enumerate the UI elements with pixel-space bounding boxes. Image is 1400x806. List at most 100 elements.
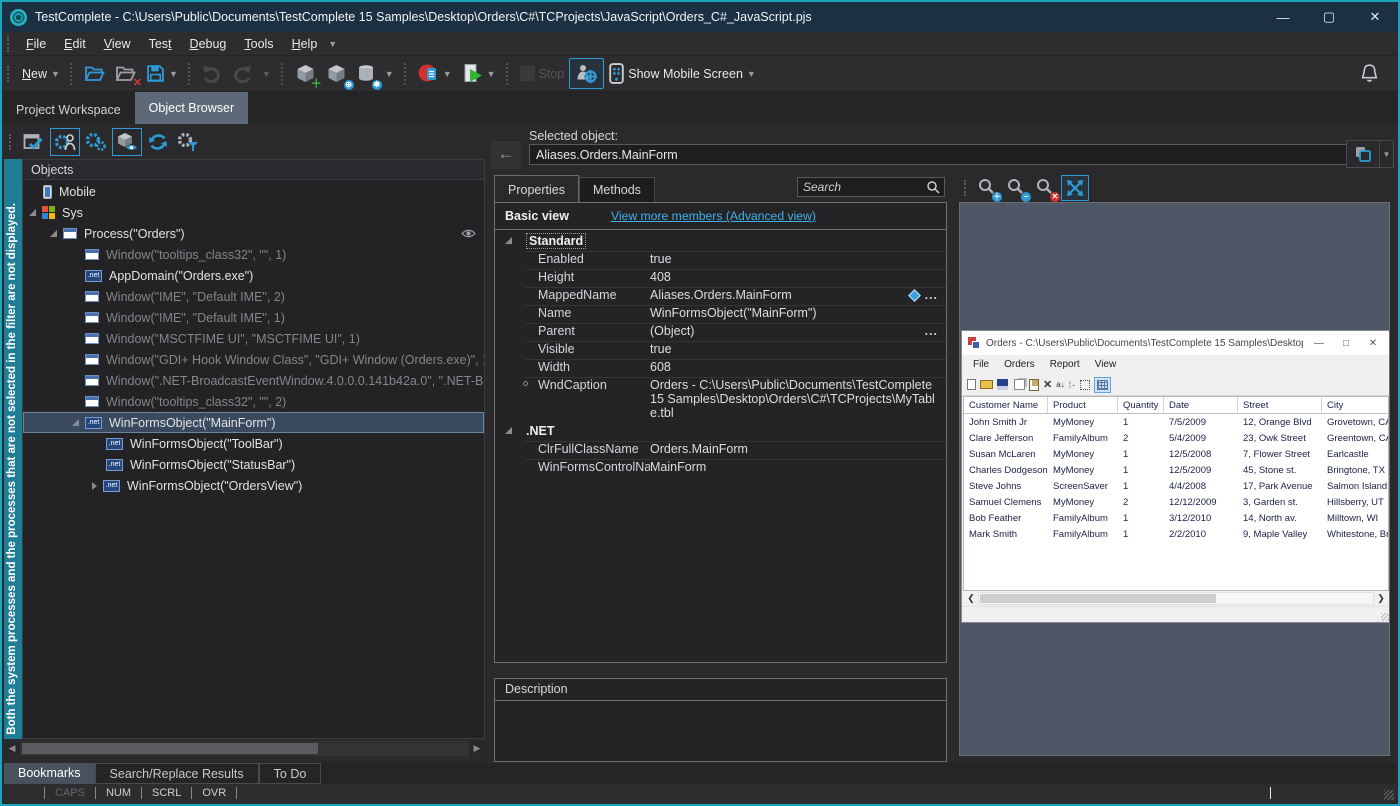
property-row[interactable]: WinFormsControlNameMainForm [495,459,946,477]
orders-paste-icon[interactable] [1029,379,1039,391]
scroll-left-arrow-icon[interactable]: ◀ [4,743,20,754]
maximize-button[interactable]: ▢ [1306,2,1352,32]
highlight-object-button[interactable] [20,129,48,155]
expert-mode-button[interactable] [50,128,80,156]
tree-item[interactable]: .netAppDomain("Orders.exe") [23,265,484,286]
tree-item[interactable]: Window(".NET-BroadcastEventWindow.4.0.0.… [23,370,484,391]
menu-item-test[interactable]: Test [140,35,181,53]
menu-item-tools[interactable]: Tools [235,35,282,53]
tree-item[interactable]: .netWinFormsObject("MainForm") [23,412,484,433]
orders-list-icon[interactable]: ⁞- [1069,380,1077,390]
mobile-screen-button[interactable]: Show Mobile Screen▼ [604,59,761,88]
orders-table-row[interactable]: Samuel ClemensMyMoney212/12/20093, Garde… [964,494,1388,510]
property-search-input[interactable] [798,180,926,194]
orders-menu-report[interactable]: Report [1043,357,1087,372]
orders-table-row[interactable]: Bob FeatherFamilyAlbum13/12/201014, Nort… [964,510,1388,526]
tree-item[interactable]: Mobile [23,181,484,202]
orders-column-header[interactable]: Quantity [1118,397,1164,414]
orders-table-row[interactable]: John Smith JrMyMoney17/5/200912, Orange … [964,414,1388,430]
tree-item[interactable]: Window("GDI+ Hook Window Class", "GDI+ W… [23,349,484,370]
close-file-button[interactable]: ✕ [110,60,141,87]
orders-table-row[interactable]: Susan McLarenMyMoney112/5/20087, Flower … [964,446,1388,462]
orders-menu-view[interactable]: View [1088,357,1124,372]
tab-methods[interactable]: Methods [579,177,655,202]
menu-item-file[interactable]: File [17,35,55,53]
property-row[interactable]: Enabledtrue [495,251,946,269]
menu-item-view[interactable]: View [95,35,140,53]
save-button[interactable]: ▼ [141,60,183,87]
redo-button[interactable] [227,61,257,87]
tree-item[interactable]: Process("Orders") [23,223,484,244]
tree-item[interactable]: .netWinFormsObject("StatusBar") [23,454,484,475]
property-row[interactable]: Parent(Object)... [495,323,946,341]
settings-button[interactable] [82,129,110,155]
orders-select-icon[interactable] [1080,380,1090,390]
orders-column-header[interactable]: Product [1048,397,1118,414]
property-section-net[interactable]: .NET [495,420,946,441]
menu-item-help[interactable]: Help [283,35,327,53]
orders-close-button[interactable]: ✕ [1362,338,1384,349]
tree-item[interactable]: Window("tooltips_class32", "", 2) [23,391,484,412]
tree-item[interactable]: Sys [23,202,484,223]
notifications-button[interactable] [1355,59,1384,88]
expander-open-icon[interactable] [50,230,57,237]
scroll-right-arrow-icon[interactable]: ▶ [469,743,485,754]
menu-overflow-chevron-icon[interactable]: ▼ [328,39,337,49]
data-settings-button[interactable]: ✱ [352,60,380,88]
expander-open-icon[interactable] [72,419,79,426]
orders-maximize-button[interactable]: □ [1335,338,1357,349]
property-row[interactable]: ClrFullClassNameOrders.MainForm [495,441,946,459]
undo-dropdown[interactable]: ▼ [257,65,276,83]
orders-column-header[interactable]: City [1322,397,1389,414]
zoom-reset-button[interactable]: ✕ [1032,176,1058,200]
refresh-button[interactable] [144,129,172,155]
ellipsis-button[interactable]: ... [925,324,938,338]
back-button[interactable]: ← [491,141,521,169]
property-section-standard[interactable]: Standard [495,230,946,251]
orders-table-row[interactable]: Clare JeffersonFamilyAlbum25/4/200923, O… [964,430,1388,446]
tree-item[interactable]: Window("tooltips_class32", "", 1) [23,244,484,265]
menu-item-debug[interactable]: Debug [181,35,236,53]
record-button[interactable]: ▼ [413,59,457,88]
orders-table-row[interactable]: Steve JohnsScreenSaver14/4/200817, Park … [964,478,1388,494]
zoom-in-button[interactable]: ＋ [974,176,1000,200]
add-object-button[interactable]: ＋ [290,60,321,88]
property-row[interactable]: Width608 [495,359,946,377]
show-hidden-objects-button[interactable] [112,128,142,156]
property-row[interactable]: Visibletrue [495,341,946,359]
tree-horizontal-scrollbar[interactable]: ◀ ▶ [4,741,485,756]
bottom-tab-search-replace-results[interactable]: Search/Replace Results [95,763,259,784]
orders-menu-orders[interactable]: Orders [997,357,1042,372]
eye-icon[interactable] [461,228,476,242]
orders-delete-icon[interactable]: ✕ [1043,378,1052,391]
section-expander-icon[interactable] [505,237,512,244]
advanced-view-link[interactable]: View more members (Advanced view) [611,209,816,223]
undo-button[interactable] [197,61,227,87]
zoom-out-button[interactable]: − [1003,176,1029,200]
selected-object-input[interactable] [529,144,1347,165]
workspace-tab-project-workspace[interactable]: Project Workspace [2,97,135,124]
bottom-tab-to-do[interactable]: To Do [259,763,322,784]
minimize-button[interactable]: — [1260,2,1306,32]
orders-column-header[interactable]: Street [1238,397,1322,414]
orders-grid-view-button[interactable] [1094,377,1111,393]
orders-table-row[interactable]: Charles DodgesonMyMoney112/5/200945, Sto… [964,462,1388,478]
tree-item[interactable]: Window("MSCTFIME UI", "MSCTFIME UI", 1) [23,328,484,349]
tree-item[interactable]: .netWinFormsObject("ToolBar") [23,433,484,454]
orders-horizontal-scrollbar[interactable]: ❮ ❯ [962,591,1390,606]
tab-properties[interactable]: Properties [494,175,579,202]
new-button[interactable]: New▼ [17,63,65,85]
copy-name-dropdown[interactable]: ▼ [1380,140,1394,168]
bottom-tab-bookmarks[interactable]: Bookmarks [4,763,95,784]
orders-save-icon[interactable] [997,379,1008,390]
orders-open-icon[interactable] [980,380,993,389]
orders-scroll-right-icon[interactable]: ❯ [1374,593,1388,604]
section-expander-icon[interactable] [505,427,512,434]
menu-item-edit[interactable]: Edit [55,35,95,53]
filter-settings-button[interactable] [174,129,202,155]
ellipsis-button[interactable]: ... [925,288,938,302]
run-button[interactable]: ▼ [457,59,501,88]
orders-sort-icon[interactable]: a↓ [1056,380,1064,389]
close-button[interactable]: ✕ [1352,2,1398,32]
orders-copy-icon[interactable] [1014,379,1025,390]
